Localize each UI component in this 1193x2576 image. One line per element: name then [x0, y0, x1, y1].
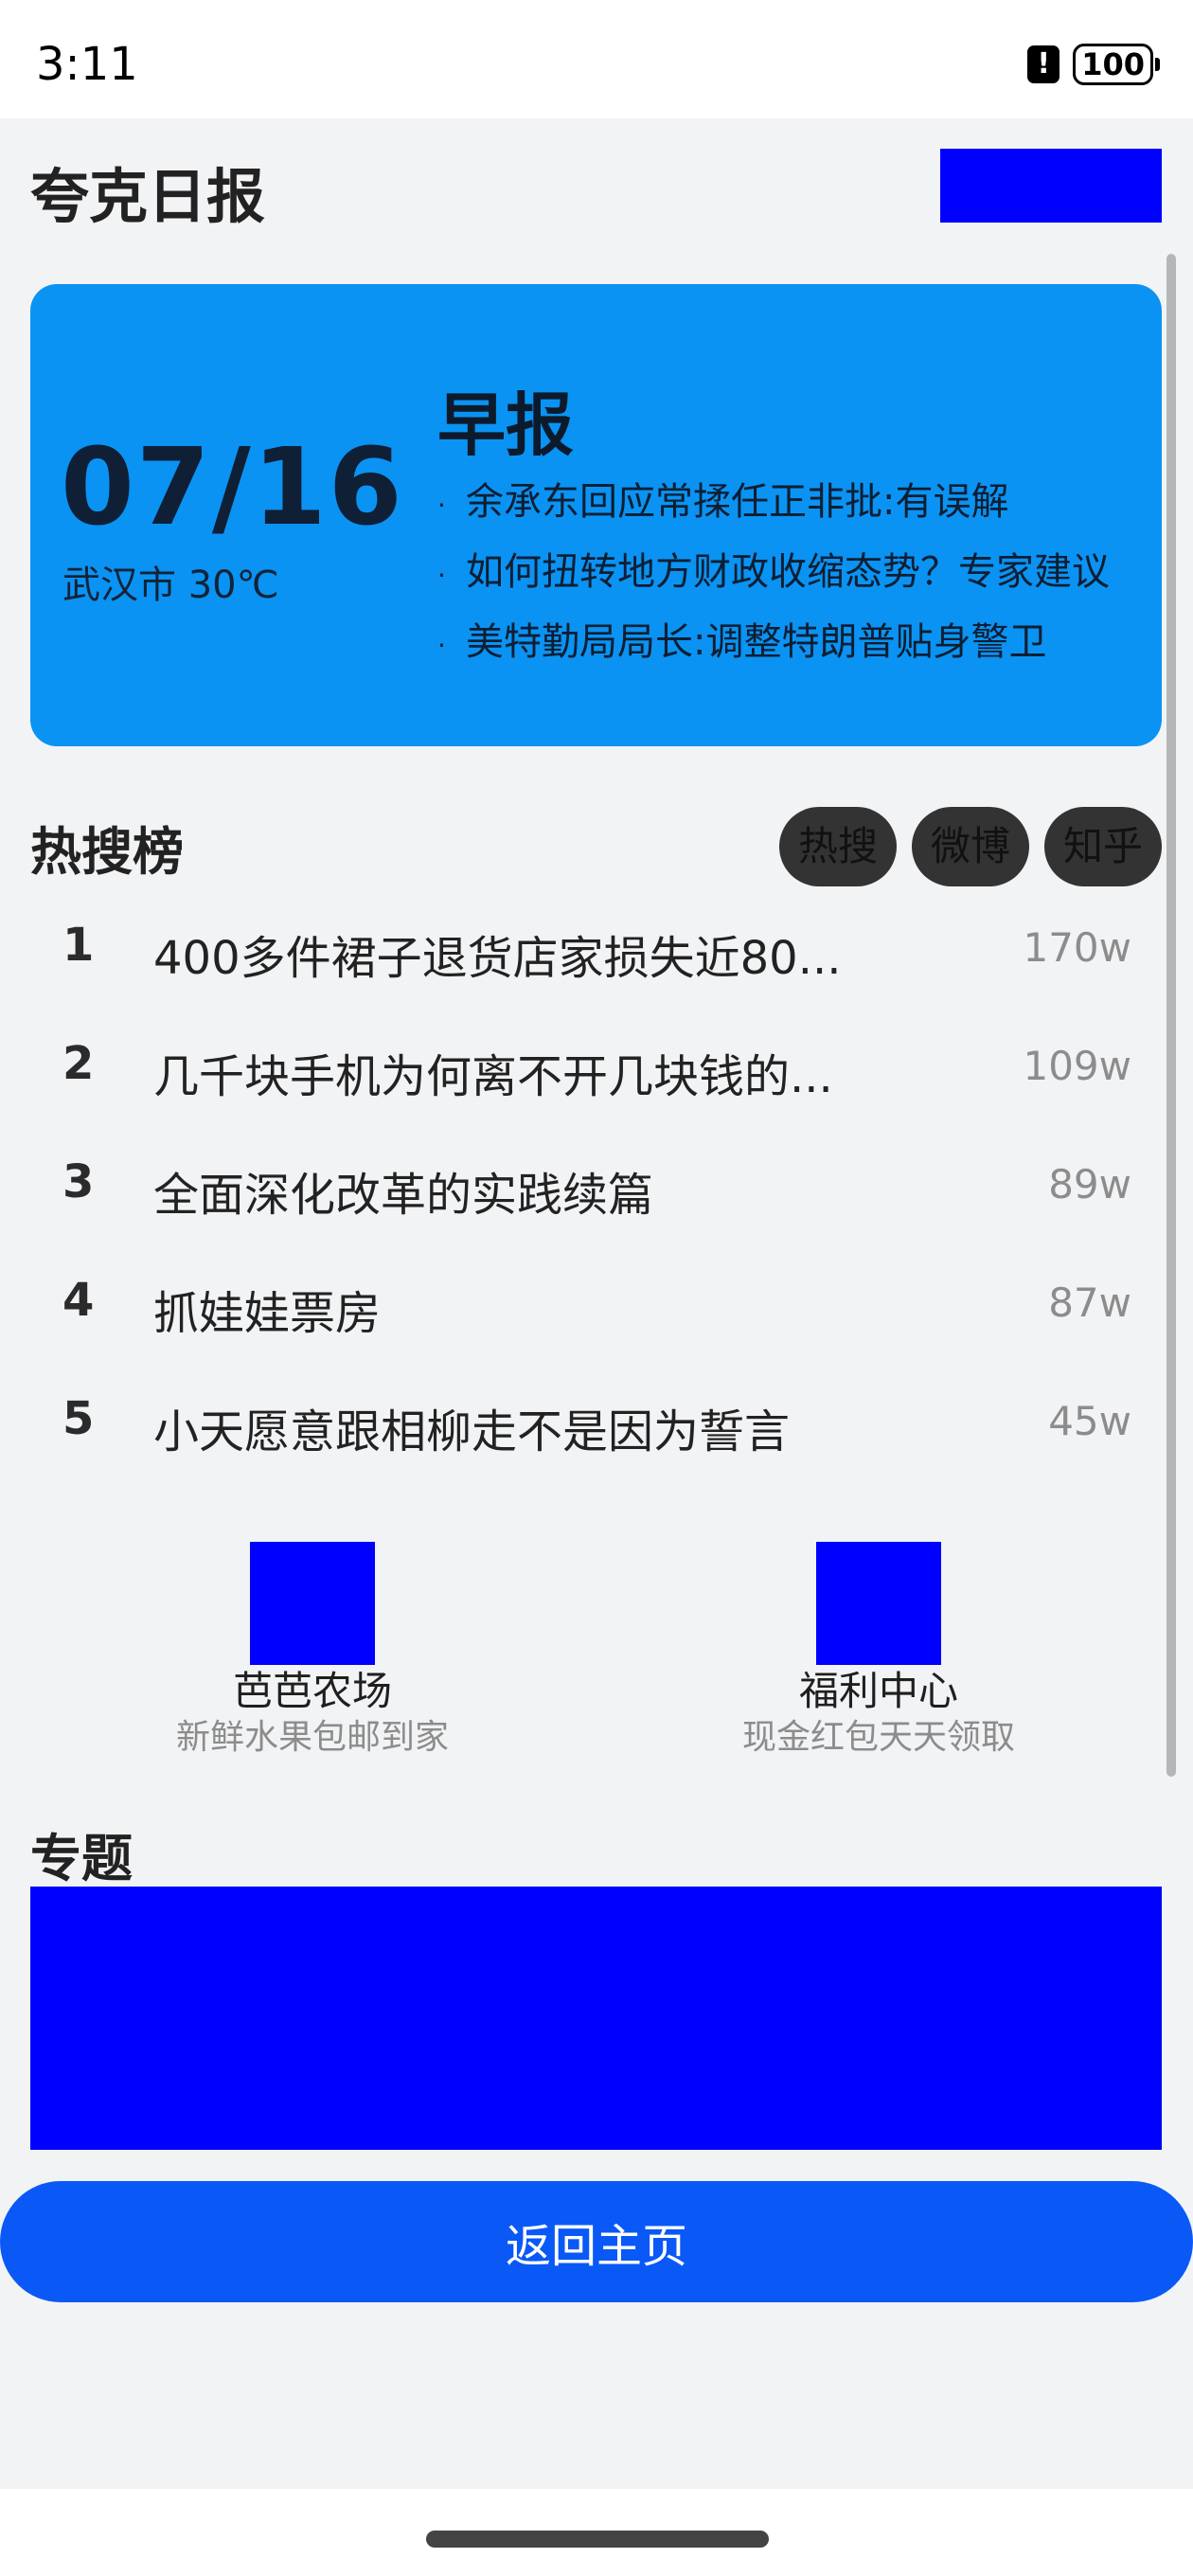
- card-date: 07/16: [61, 426, 404, 549]
- list-item[interactable]: 4 抓娃娃票房 87w: [30, 1255, 1162, 1373]
- news-item[interactable]: · 美特勤局局长:调整特朗普贴身警卫: [437, 609, 1162, 679]
- card-heading: 早报: [437, 385, 575, 465]
- hot-item-count: 109w: [1023, 1043, 1131, 1089]
- promo-title: 福利中心: [798, 1668, 958, 1714]
- bullet-icon: ·: [437, 560, 446, 591]
- promo-subtitle: 现金红包天天领取: [741, 1718, 1015, 1757]
- hot-item-count: 87w: [1048, 1279, 1131, 1326]
- topic-banner-placeholder[interactable]: [30, 1887, 1162, 2150]
- page-title: 夸克日报: [30, 162, 266, 231]
- hot-search-tabs: 热搜 微博 知乎: [779, 807, 1162, 886]
- bullet-icon: ·: [437, 490, 446, 521]
- list-item[interactable]: 3 全面深化改革的实践续篇 89w: [30, 1136, 1162, 1255]
- rank-number: 5: [62, 1392, 95, 1445]
- tab-hot[interactable]: 热搜: [779, 807, 897, 886]
- list-item[interactable]: 2 几千块手机为何离不开几块钱的... 109w: [30, 1018, 1162, 1136]
- news-item[interactable]: · 余承东回应常揉任正非批:有误解: [437, 469, 1162, 539]
- news-text: 如何扭转地方财政收缩态势？专家建议: [466, 550, 1110, 594]
- rank-number: 1: [62, 919, 95, 972]
- promo-farm[interactable]: 芭芭农场 新鲜水果包邮到家: [123, 1542, 502, 1760]
- news-text: 美特勤局局长:调整特朗普贴身警卫: [466, 620, 1047, 664]
- hot-item-count: 89w: [1048, 1161, 1131, 1208]
- rank-number: 2: [62, 1037, 95, 1090]
- topics-title: 专题: [30, 1829, 133, 1888]
- bullet-icon: ·: [437, 630, 446, 661]
- list-item[interactable]: 5 小天愿意跟相柳走不是因为誓言 45w: [30, 1373, 1162, 1492]
- promo-image-placeholder: [250, 1542, 375, 1665]
- list-item[interactable]: 1 400多件裙子退货店家损失近80... 170w: [30, 900, 1162, 1018]
- hot-item-count: 45w: [1048, 1398, 1131, 1444]
- header-image-placeholder[interactable]: [940, 149, 1162, 223]
- alert-icon: !: [1027, 45, 1060, 83]
- app-header: 夸克日报: [0, 118, 1193, 251]
- rank-number: 3: [62, 1155, 95, 1208]
- navigation-bar: [0, 2489, 1193, 2576]
- hot-item-text: 全面深化改革的实践续篇: [153, 1169, 654, 1222]
- hot-item-count: 170w: [1023, 924, 1131, 971]
- hot-item-text: 抓娃娃票房: [153, 1287, 382, 1340]
- promo-welfare[interactable]: 福利中心 现金红包天天领取: [689, 1542, 1068, 1760]
- return-home-button[interactable]: 返回主页: [0, 2181, 1193, 2302]
- status-time: 3:11: [36, 38, 138, 91]
- battery-icon: 100: [1073, 44, 1160, 85]
- tab-zhihu[interactable]: 知乎: [1044, 807, 1162, 886]
- hot-item-text: 几千块手机为何离不开几块钱的...: [153, 1050, 833, 1103]
- rank-number: 4: [62, 1274, 95, 1327]
- news-text: 余承东回应常揉任正非批:有误解: [466, 480, 1009, 524]
- promo-image-placeholder: [816, 1542, 941, 1665]
- morning-report-card[interactable]: 07/16 武汉市 30℃ 早报 · 余承东回应常揉任正非批:有误解 · 如何扭转地…: [30, 284, 1162, 746]
- card-weather: 武汉市 30℃: [62, 564, 279, 607]
- news-list: · 余承东回应常揉任正非批:有误解 · 如何扭转地方财政收缩态势？专家建议 · 美特勤…: [437, 469, 1162, 679]
- tab-weibo[interactable]: 微博: [912, 807, 1029, 886]
- hot-item-text: 400多件裙子退货店家损失近80...: [153, 932, 842, 985]
- promo-title: 芭芭农场: [232, 1668, 392, 1714]
- hot-search-title: 热搜榜: [30, 822, 184, 882]
- scrollbar[interactable]: [1166, 254, 1176, 1777]
- status-icons: ! 100: [1027, 44, 1160, 85]
- news-item[interactable]: · 如何扭转地方财政收缩态势？专家建议: [437, 539, 1162, 609]
- status-bar: 3:11 ! 100: [0, 0, 1193, 118]
- gesture-handle[interactable]: [426, 2531, 769, 2548]
- promo-subtitle: 新鲜水果包邮到家: [175, 1718, 449, 1757]
- hot-item-text: 小天愿意跟相柳走不是因为誓言: [153, 1405, 791, 1458]
- hot-search-list: 1 400多件裙子退货店家损失近80... 170w 2 几千块手机为何离不开几…: [30, 900, 1162, 1492]
